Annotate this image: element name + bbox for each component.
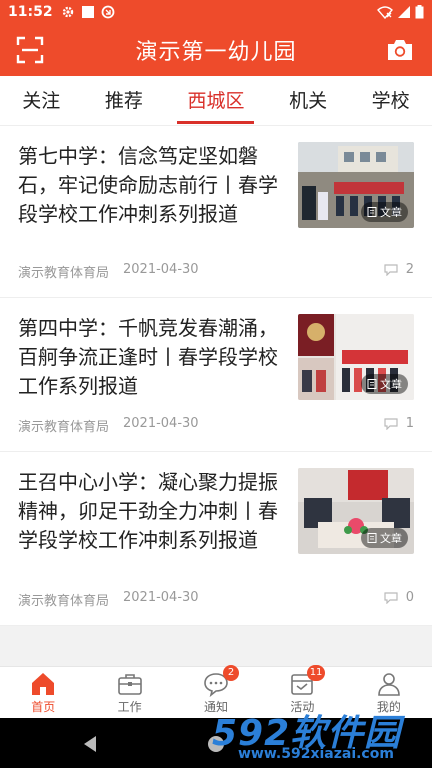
news-thumbnail: 文章 — [298, 142, 414, 228]
watermark: 592软件园 www.592xiazai.com — [212, 704, 422, 766]
tab-follow[interactable]: 关注 — [12, 76, 70, 126]
article-badge: 文章 — [361, 202, 408, 222]
comment-count: 1 — [384, 416, 414, 431]
camera-icon — [388, 40, 412, 60]
comment-count-value: 1 — [405, 416, 414, 431]
status-time: 11:52 — [8, 4, 53, 20]
page-title: 演示第一幼儿园 — [135, 40, 297, 65]
app-header: 演示第一幼儿园 — [0, 24, 432, 76]
scan-icon — [16, 36, 44, 64]
news-title: 第四中学：千帆竞发春潮涌，百舸争流正逢时丨春学段学校工作系列报道 — [18, 316, 278, 398]
tab-xicheng[interactable]: 西城区 — [177, 76, 255, 126]
news-date: 2021-04-30 — [123, 590, 199, 605]
feed-bottom-spacer — [0, 626, 432, 666]
comment-count-value: 0 — [405, 590, 414, 605]
user-icon — [378, 672, 400, 696]
status-bar: 11:52 — [0, 0, 432, 24]
news-item[interactable]: 王召中心小学：凝心聚力提振精神，卯足干劲全力冲刺丨春学段学校工作冲刺系列报道 文… — [0, 452, 432, 626]
news-thumbnail: 文章 — [298, 314, 414, 400]
news-meta: 演示教育体育局 2021-04-30 — [18, 262, 199, 281]
comment-count: 0 — [384, 590, 414, 605]
news-feed: 第七中学：信念笃定坚如磐石，牢记使命励志前行丨春学段学校工作冲刺系列报道 文章 … — [0, 126, 432, 626]
status-right-icons — [377, 5, 424, 19]
article-badge-label: 文章 — [380, 206, 402, 219]
wifi-off-icon — [377, 6, 393, 19]
news-date: 2021-04-30 — [123, 262, 199, 277]
back-icon[interactable] — [82, 735, 98, 753]
signal-icon — [398, 6, 410, 18]
news-item[interactable]: 第七中学：信念笃定坚如磐石，牢记使命励志前行丨春学段学校工作冲刺系列报道 文章 … — [0, 126, 432, 298]
news-title: 第七中学：信念笃定坚如磐石，牢记使命励志前行丨春学段学校工作冲刺系列报道 — [18, 144, 278, 226]
article-badge-label: 文章 — [380, 378, 402, 391]
camera-button[interactable] — [384, 34, 416, 66]
scan-button[interactable] — [14, 34, 46, 66]
nav-work-label: 工作 — [117, 699, 142, 714]
document-icon — [367, 207, 377, 217]
comment-count-value: 2 — [405, 262, 414, 277]
tab-agencies[interactable]: 机关 — [279, 76, 337, 126]
news-source: 演示教育体育局 — [18, 266, 110, 281]
nav-home-label: 首页 — [31, 699, 56, 714]
news-title: 王召中心小学：凝心聚力提振精神，卯足干劲全力冲刺丨春学段学校工作冲刺系列报道 — [18, 470, 278, 552]
document-icon — [367, 379, 377, 389]
news-date: 2021-04-30 — [123, 416, 199, 431]
category-tabs: 关注 推荐 西城区 机关 学校 — [0, 76, 432, 126]
news-thumbnail: 文章 — [298, 468, 414, 554]
comment-count: 2 — [384, 262, 414, 277]
home-icon — [32, 672, 55, 695]
news-source: 演示教育体育局 — [18, 594, 110, 609]
article-badge-label: 文章 — [380, 532, 402, 545]
watermark-url: www.592xiazai.com — [238, 746, 394, 762]
news-source: 演示教育体育局 — [18, 420, 110, 435]
comment-icon — [384, 591, 398, 604]
nav-home[interactable]: 首页 — [0, 667, 86, 718]
article-badge: 文章 — [361, 528, 408, 548]
activity-badge: 11 — [306, 664, 326, 681]
article-badge: 文章 — [361, 374, 408, 394]
settings-icon — [62, 6, 73, 18]
tab-recommend[interactable]: 推荐 — [95, 76, 153, 126]
battery-icon — [415, 5, 424, 19]
news-meta: 演示教育体育局 2021-04-30 — [18, 590, 199, 609]
comment-icon — [384, 263, 398, 276]
news-item[interactable]: 第四中学：千帆竞发春潮涌，百舸争流正逢时丨春学段学校工作系列报道 文章 演示教育… — [0, 298, 432, 452]
notice-badge: 2 — [223, 664, 240, 681]
comment-icon — [384, 417, 398, 430]
data-saver-icon — [101, 5, 114, 19]
briefcase-icon — [117, 673, 142, 695]
notification-square-icon — [81, 6, 94, 18]
nav-work[interactable]: 工作 — [86, 667, 172, 718]
tab-schools[interactable]: 学校 — [362, 76, 420, 126]
news-meta: 演示教育体育局 2021-04-30 — [18, 416, 199, 435]
document-icon — [367, 533, 377, 543]
